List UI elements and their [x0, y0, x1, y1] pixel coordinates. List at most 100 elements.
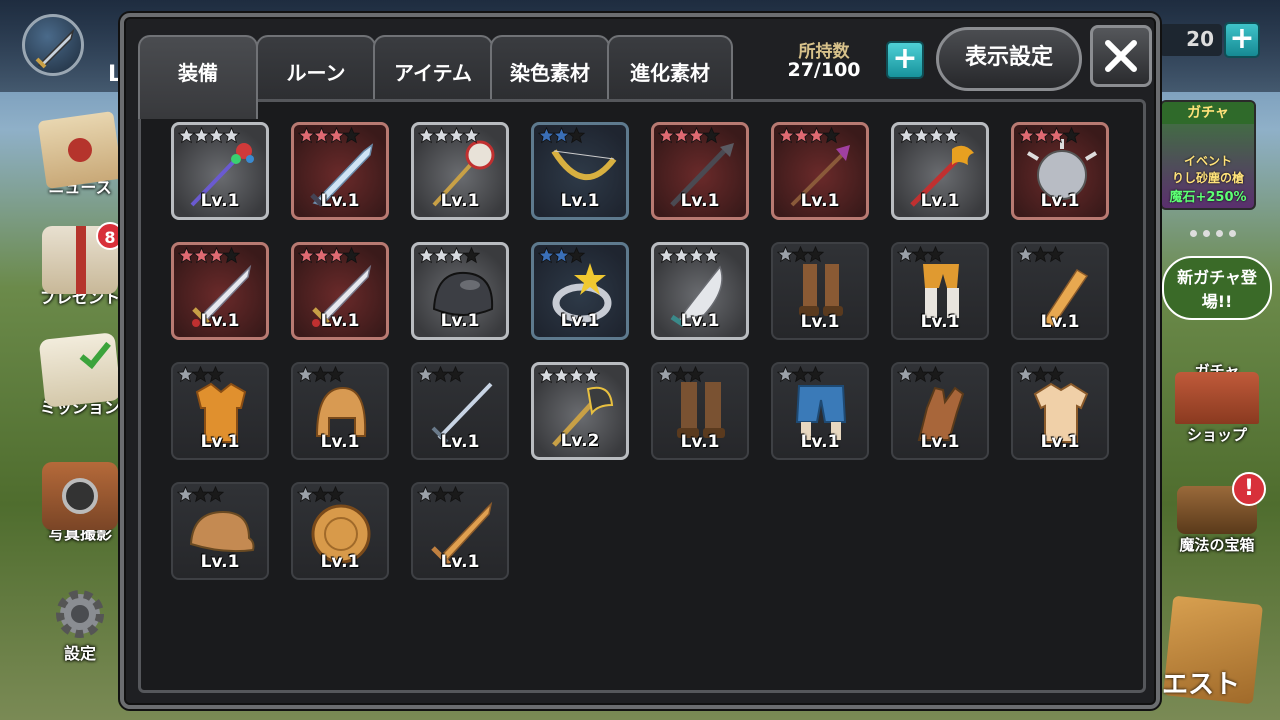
item-level: Lv.1 [680, 191, 720, 211]
rarity-stars [298, 247, 360, 265]
item-slot-fire-staff[interactable]: Lv.1 [891, 122, 989, 220]
new-gacha-button[interactable]: 新ガチャ登場!! ガチャ [1162, 256, 1272, 381]
shop-label: ショップ [1186, 426, 1247, 444]
side-menu-news[interactable]: ニュース [30, 111, 130, 198]
item-level: Lv.1 [920, 432, 960, 452]
item-slot-leggings[interactable]: Lv.1 [891, 242, 989, 340]
rarity-stars [298, 127, 360, 145]
expand-inventory-button[interactable]: + [886, 41, 924, 79]
item-slot-wooden-sword[interactable]: Lv.1 [411, 482, 509, 580]
rarity-stars [1017, 366, 1064, 384]
side-menu-photo[interactable]: 写真撮影 [30, 462, 130, 544]
item-slot-round-shield[interactable]: Lv.1 [291, 482, 389, 580]
item-level: Lv.1 [200, 432, 240, 452]
item-slot-staff-jeweled[interactable]: Lv.1 [171, 122, 269, 220]
item-level: Lv.1 [200, 311, 240, 331]
quill-checklist-icon [38, 332, 122, 408]
item-slot-tall-boots[interactable]: Lv.1 [651, 362, 749, 460]
item-slot-sword[interactable]: Lv.1 [171, 242, 269, 340]
gacha-banner-bonus: 魔石+250% [1169, 190, 1247, 205]
banner-pagination-dots [1168, 222, 1258, 237]
item-level: Lv.1 [800, 432, 840, 452]
item-slot-spiked-gauntlet[interactable]: Lv.1 [1011, 122, 1109, 220]
item-slot-thin-sword[interactable]: Lv.1 [411, 362, 509, 460]
item-level: Lv.1 [560, 191, 600, 211]
currency-count: 20 [1160, 24, 1222, 56]
item-slot-tunic[interactable]: Lv.1 [1011, 362, 1109, 460]
rarity-stars [897, 366, 944, 384]
envelope-icon [37, 111, 123, 189]
side-menu-present[interactable]: 8 プレゼント [30, 222, 130, 308]
new-gacha-label: 新ガチャ登場!! [1162, 256, 1272, 320]
item-level: Lv.1 [1040, 432, 1080, 452]
rarity-stars [418, 247, 480, 265]
rarity-stars [418, 127, 480, 145]
item-slot-sword[interactable]: Lv.1 [291, 242, 389, 340]
item-slot-leather-cap-helmet[interactable]: Lv.1 [291, 362, 389, 460]
gacha-banner-title: ガチャ [1162, 102, 1254, 124]
item-level: Lv.1 [440, 191, 480, 211]
item-level: Lv.1 [920, 191, 960, 211]
tab-label: 進化素材 [630, 61, 710, 85]
item-level: Lv.1 [800, 312, 840, 332]
tab-label: 装備 [178, 61, 218, 85]
item-level: Lv.1 [200, 191, 240, 211]
item-slot-star-ring[interactable]: Lv.1 [531, 242, 629, 340]
close-button[interactable] [1090, 25, 1152, 87]
magic-chest-label: 魔法の宝箱 [1179, 536, 1255, 554]
side-menu-settings[interactable]: 設定 [30, 582, 130, 664]
close-icon [1105, 40, 1137, 72]
gacha-event-banner[interactable]: ガチャ イベント りし砂塵の槍 魔石+250% [1160, 100, 1256, 210]
rarity-stars [417, 366, 464, 384]
item-level: Lv.1 [320, 311, 360, 331]
item-level: Lv.1 [440, 552, 480, 572]
rarity-stars [658, 127, 720, 145]
rarity-stars [778, 127, 840, 145]
rarity-stars [538, 367, 600, 385]
tab-label: 染色素材 [510, 61, 590, 85]
item-slot-orange-armor[interactable]: Lv.1 [171, 362, 269, 460]
item-level: Lv.1 [1040, 312, 1080, 332]
side-menu-mission[interactable]: ミッション [30, 332, 130, 418]
rarity-stars [777, 366, 824, 384]
item-level: Lv.1 [320, 191, 360, 211]
rarity-stars [897, 246, 944, 264]
item-grid-panel: Lv.1 Lv.1 Lv.1 Lv.1 Lv.1 Lv.1 Lv.1 Lv.1 Lv.1 Lv.1… [138, 99, 1146, 693]
item-level: Lv.1 [1040, 191, 1080, 211]
item-level: Lv.1 [440, 311, 480, 331]
item-slot-arm-guard[interactable]: Lv.1 [1011, 242, 1109, 340]
rarity-stars [417, 486, 464, 504]
item-slot-shorts[interactable]: Lv.1 [771, 362, 869, 460]
item-slot-steel-helmet[interactable]: Lv.1 [411, 242, 509, 340]
quest-label[interactable]: エスト [1162, 664, 1240, 701]
inventory-count: 27/100 [787, 59, 861, 81]
item-slot-ornate-mace[interactable]: Lv.1 [411, 122, 509, 220]
tab-equipment[interactable]: 装備 [138, 35, 258, 119]
item-level: Lv.2 [560, 431, 600, 451]
alert-icon: ! [1232, 472, 1266, 506]
item-level: Lv.1 [680, 311, 720, 331]
gift-icon: 8 [42, 222, 124, 294]
equipment-inventory-modal: 装備 ルーン アイテム 染色素材 進化素材 所持数 27/100 + 表示設定 … [120, 13, 1160, 709]
tab-label: アイテム [394, 61, 472, 85]
item-slot-bow[interactable]: Lv.1 [531, 122, 629, 220]
rarity-stars [1018, 127, 1080, 145]
camera-icon [42, 462, 118, 530]
gacha-banner-name: りし砂塵の槍 [1171, 171, 1244, 185]
display-settings-button[interactable]: 表示設定 [936, 27, 1082, 91]
rarity-stars [177, 366, 224, 384]
weapon-badge-icon[interactable] [22, 14, 84, 76]
item-slot-greatsword[interactable]: Lv.1 [291, 122, 389, 220]
currency-plus-button[interactable]: + [1224, 22, 1260, 58]
item-slot-cap[interactable]: Lv.1 [171, 482, 269, 580]
shop-button[interactable]: ショップ [1162, 372, 1272, 445]
item-slot-leather-boots[interactable]: Lv.1 [771, 242, 869, 340]
item-slot-leather-glove[interactable]: Lv.1 [891, 362, 989, 460]
item-slot-trident-spear[interactable]: Lv.1 [771, 122, 869, 220]
rarity-stars [777, 246, 824, 264]
item-level: Lv.1 [560, 311, 600, 331]
item-slot-dark-lance[interactable]: Lv.1 [651, 122, 749, 220]
item-slot-curved-blade[interactable]: Lv.1 [651, 242, 749, 340]
item-slot-golden-axe[interactable]: Lv.2 [531, 362, 629, 460]
rarity-stars [177, 486, 224, 504]
